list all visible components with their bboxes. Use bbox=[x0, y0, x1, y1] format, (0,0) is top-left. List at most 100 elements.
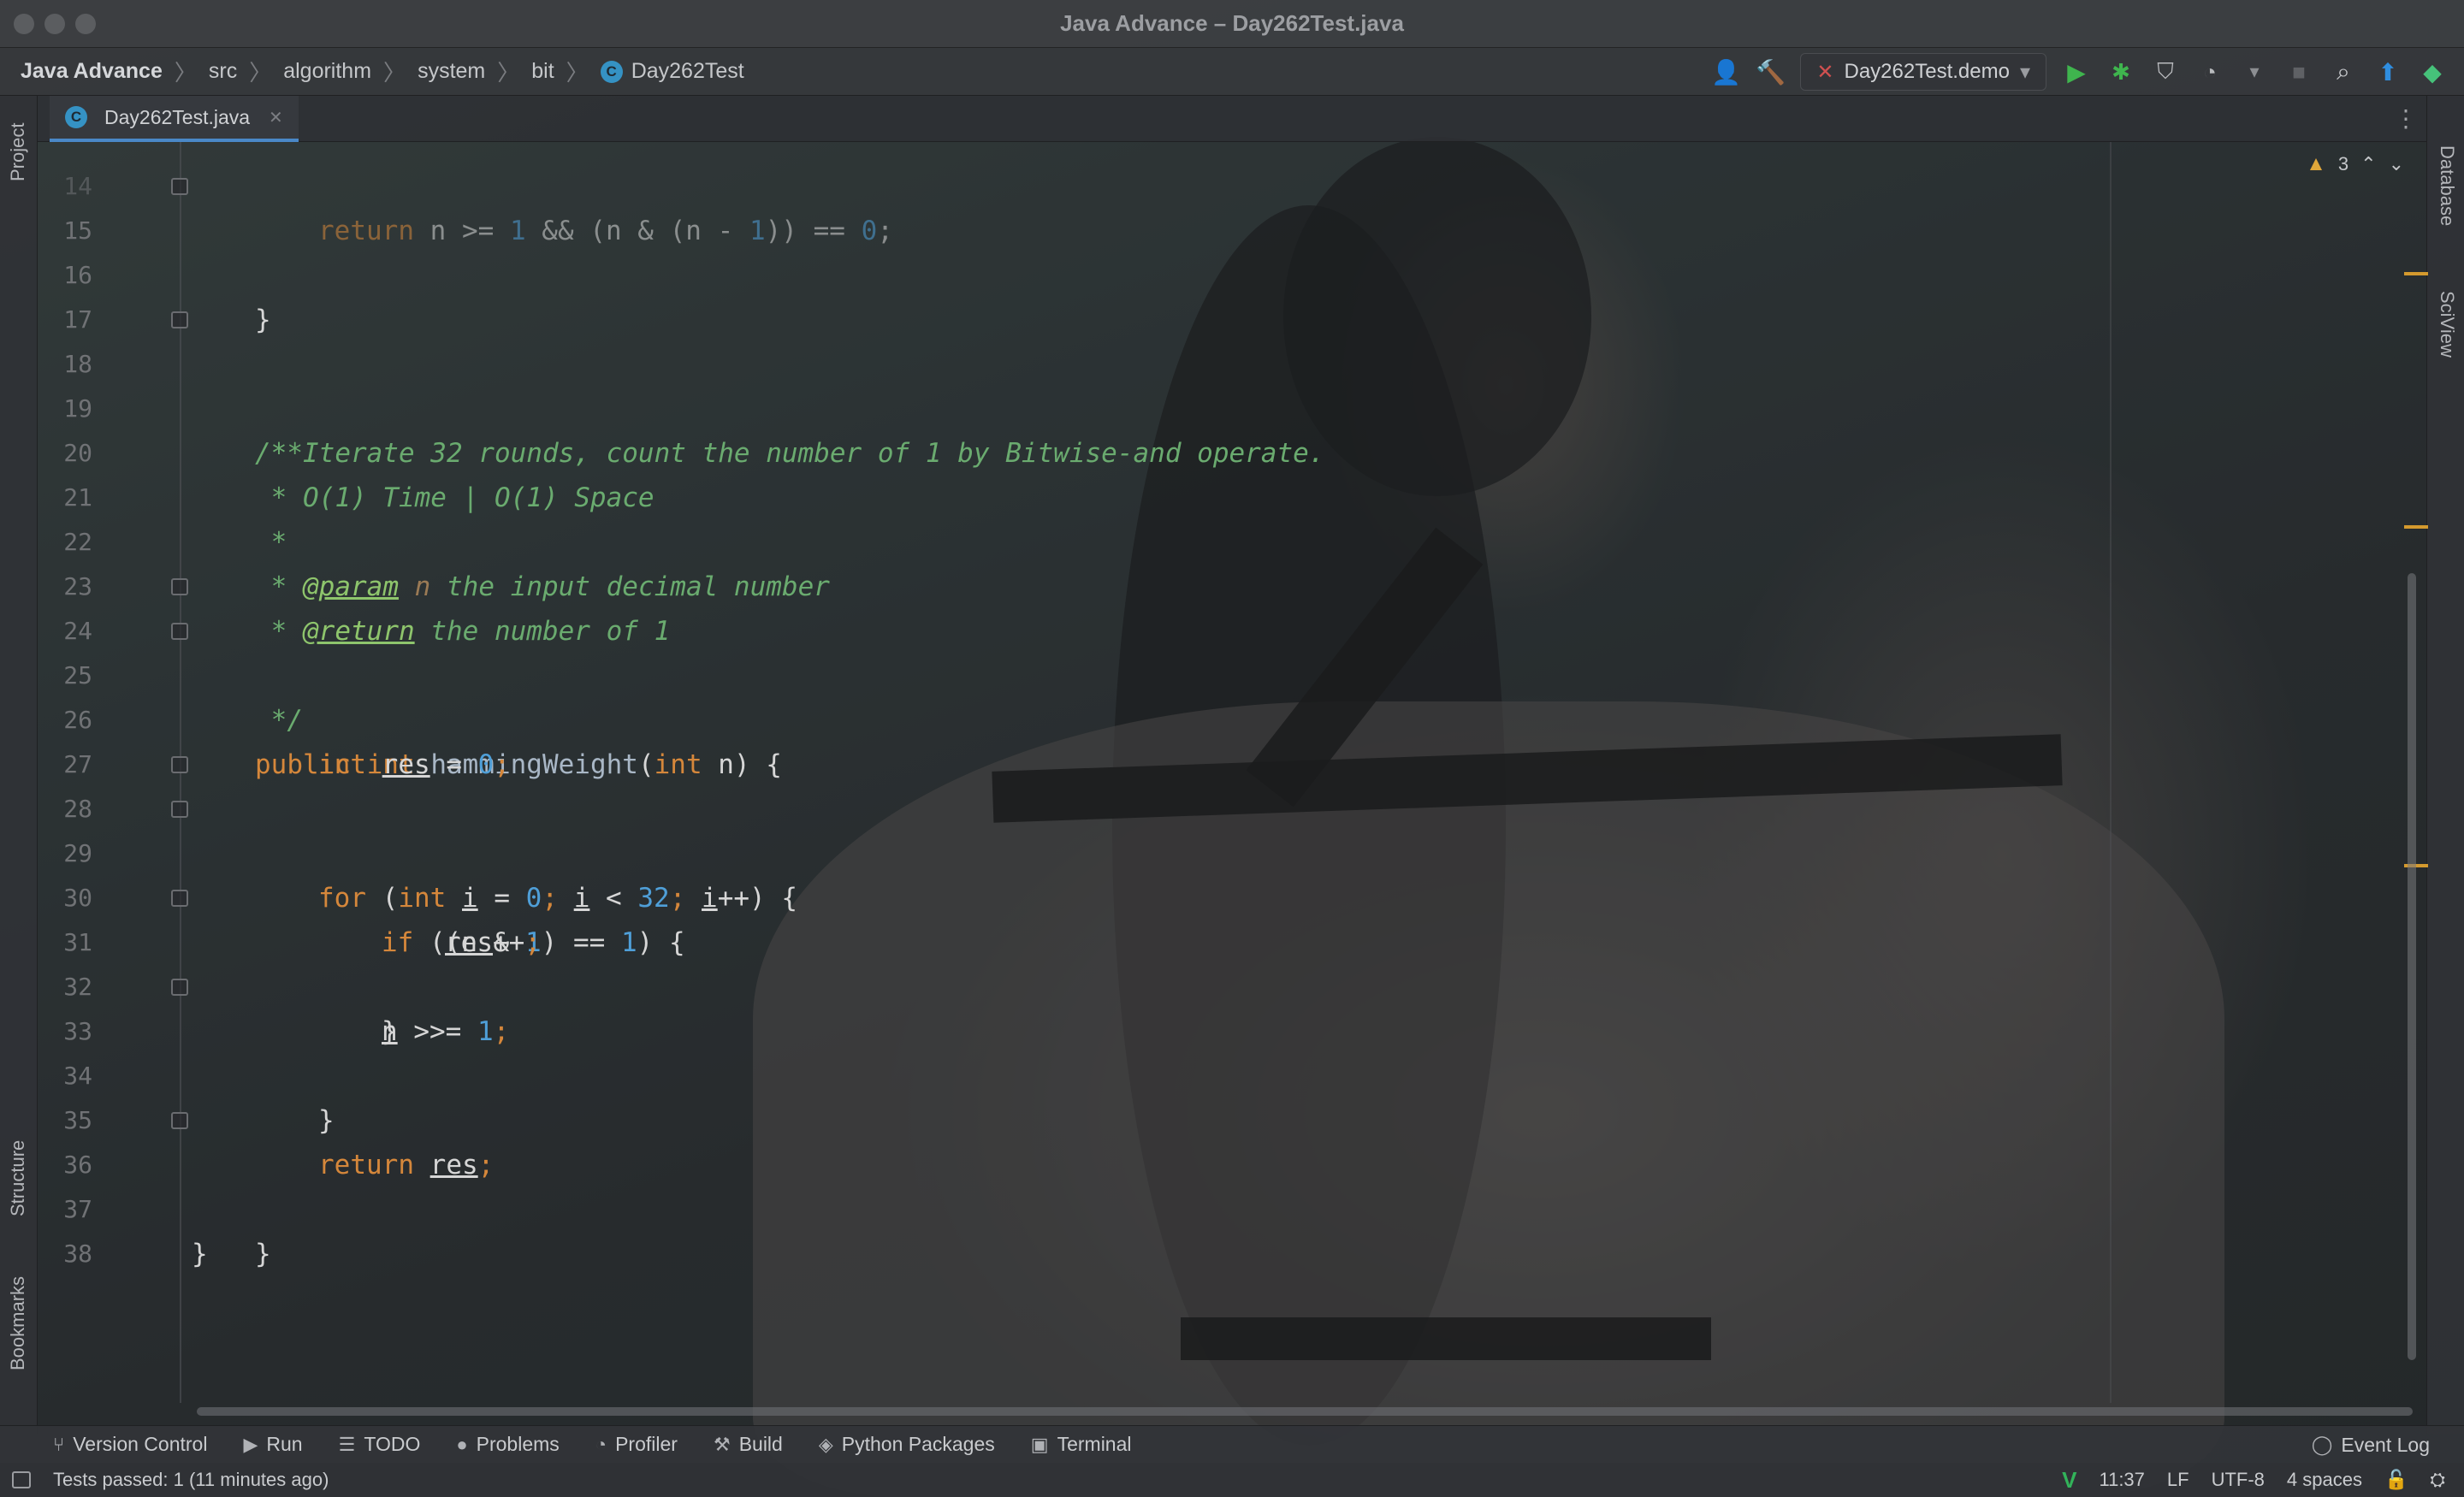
status-message[interactable]: Tests passed: 1 (11 minutes ago) bbox=[53, 1469, 329, 1491]
structure-tool-tab[interactable]: Structure bbox=[7, 1140, 29, 1216]
code-line: 18 /** bbox=[38, 298, 2177, 469]
code-line: 38 bbox=[38, 1187, 2177, 1268]
run-icon: ▶ bbox=[243, 1433, 258, 1455]
status-bar: Tests passed: 1 (11 minutes ago) V 11:37… bbox=[0, 1463, 2464, 1497]
fold-marker-icon[interactable] bbox=[171, 311, 188, 328]
breadcrumb-src[interactable]: src bbox=[209, 59, 237, 84]
more-vertical-icon[interactable]: ⋮ bbox=[2394, 104, 2418, 133]
warning-icon: ▲ bbox=[2306, 152, 2326, 175]
memory-indicator-icon[interactable]: ⛭ bbox=[2430, 1469, 2445, 1491]
inspection-widget[interactable]: ▲ 3 ⌃ ⌄ bbox=[2306, 152, 2404, 176]
horizontal-scrollbar[interactable] bbox=[197, 1407, 2413, 1416]
breadcrumb-bit[interactable]: bit bbox=[531, 59, 554, 84]
tool-window-label: Profiler bbox=[615, 1433, 678, 1455]
profiler-icon: ◔ bbox=[595, 1433, 607, 1455]
fold-marker-icon[interactable] bbox=[171, 756, 188, 773]
todo-tab[interactable]: ☰ TODO bbox=[339, 1433, 421, 1456]
code-line: 36 } bbox=[38, 1098, 2177, 1269]
vcs-user-icon[interactable]: 👤 bbox=[1711, 57, 1741, 86]
zoom-window-button[interactable] bbox=[75, 14, 96, 34]
breadcrumb-project[interactable]: Java Advance bbox=[21, 59, 163, 84]
tool-window-label: Run bbox=[266, 1433, 303, 1455]
title-bar: Java Advance – Day262Test.java bbox=[0, 0, 2464, 48]
update-icon[interactable]: ⬆ bbox=[2373, 57, 2402, 86]
close-window-button[interactable] bbox=[14, 14, 34, 34]
code-line: 31 } bbox=[38, 876, 2177, 1047]
bookmarks-tool-tab[interactable]: Bookmarks bbox=[7, 1276, 29, 1370]
code-line: 21 * bbox=[38, 431, 2177, 558]
warning-count: 3 bbox=[2337, 153, 2349, 175]
code-line: 33 } bbox=[38, 965, 2177, 1136]
file-encoding[interactable]: UTF-8 bbox=[2212, 1469, 2265, 1491]
stop-icon[interactable]: ■ bbox=[2284, 57, 2313, 86]
sciview-tool-tab[interactable]: SciView bbox=[2436, 291, 2458, 358]
fold-marker-icon[interactable] bbox=[171, 1112, 188, 1129]
run-configuration-select[interactable]: ✕ Day262Test.demo ▾ bbox=[1800, 53, 2046, 91]
code-line: 26 int res = 0; bbox=[38, 654, 2177, 780]
jetbrains-toolbox-icon[interactable]: ◆ bbox=[2418, 57, 2447, 86]
code-line: 27 bbox=[38, 698, 2177, 778]
tool-window-label: Python Packages bbox=[841, 1433, 995, 1455]
info-icon: ● bbox=[456, 1433, 468, 1455]
editor-tab[interactable]: C Day262Test.java ✕ bbox=[50, 96, 299, 142]
more-run-options-icon[interactable]: ▾ bbox=[2240, 57, 2269, 86]
project-tool-tab[interactable]: Project bbox=[7, 123, 29, 181]
chevron-down-icon: ▾ bbox=[2019, 60, 2030, 84]
speech-bubble-icon: ◯ bbox=[2311, 1434, 2333, 1455]
tool-window-label: TODO bbox=[364, 1433, 421, 1455]
indent-setting[interactable]: 4 spaces bbox=[2287, 1469, 2362, 1491]
minimize-window-button[interactable] bbox=[44, 14, 65, 34]
version-control-tab[interactable]: ⑂ Version Control bbox=[53, 1433, 207, 1456]
build-hammer-icon[interactable]: 🔨 bbox=[1756, 57, 1786, 86]
caret-position[interactable]: 11:37 bbox=[2099, 1469, 2144, 1491]
vertical-scrollbar[interactable] bbox=[2408, 573, 2416, 1360]
run-icon[interactable]: ▶ bbox=[2062, 57, 2091, 86]
build-tab[interactable]: ⚒ Build bbox=[714, 1433, 783, 1456]
profiler-icon[interactable]: ◔ bbox=[2195, 57, 2224, 86]
profiler-tab[interactable]: ◔ Profiler bbox=[595, 1433, 678, 1456]
search-icon[interactable]: ⌕ bbox=[2329, 57, 2358, 86]
lock-icon[interactable]: 🔓 bbox=[2384, 1469, 2408, 1491]
run-with-coverage-icon[interactable]: ⛉ bbox=[2151, 57, 2180, 86]
java-class-icon: C bbox=[65, 106, 87, 128]
chevron-up-icon[interactable]: ⌃ bbox=[2360, 153, 2376, 175]
event-log-tab[interactable]: ◯ Event Log bbox=[2312, 1426, 2430, 1464]
tool-window-label: Terminal bbox=[1057, 1433, 1132, 1455]
code-line: 30 res++; bbox=[38, 831, 2177, 958]
close-icon[interactable]: ✕ bbox=[269, 107, 283, 128]
layers-icon: ◈ bbox=[818, 1433, 833, 1455]
breadcrumb-separator-icon: 〉 bbox=[383, 60, 406, 86]
debug-bug-icon[interactable]: ✱ bbox=[2106, 57, 2135, 86]
breadcrumb-system[interactable]: system bbox=[418, 59, 485, 84]
code-line: 23 * @return the number of 1 bbox=[38, 520, 2177, 647]
problems-tab[interactable]: ● Problems bbox=[456, 1433, 559, 1456]
code-line: 25 public int hammingWeight(int n) { bbox=[38, 609, 2177, 780]
fold-marker-icon[interactable] bbox=[171, 979, 188, 996]
terminal-tab[interactable]: ▣ Terminal bbox=[1031, 1433, 1132, 1456]
chevron-down-icon[interactable]: ⌄ bbox=[2389, 153, 2404, 175]
database-tool-tab[interactable]: Database bbox=[2436, 145, 2458, 226]
breadcrumb-class[interactable]: C Day262Test bbox=[600, 59, 744, 84]
warning-stripe-mark[interactable] bbox=[2404, 525, 2428, 529]
breadcrumb-algorithm[interactable]: algorithm bbox=[283, 59, 371, 84]
code-line: 32 n >>= 1; bbox=[38, 920, 2177, 1047]
toggle-tool-windows-icon[interactable] bbox=[12, 1471, 31, 1488]
tool-window-label: Build bbox=[738, 1433, 783, 1455]
run-tab[interactable]: ▶ Run bbox=[243, 1433, 302, 1456]
fold-marker-icon[interactable] bbox=[171, 623, 188, 640]
code-line: 17 bbox=[38, 253, 2177, 334]
python-packages-tab[interactable]: ◈ Python Packages bbox=[819, 1433, 995, 1456]
code-editor[interactable]: 14 return n >= 1 && (n & (n - 1)) == 0; … bbox=[38, 142, 2426, 1403]
tool-window-label: Version Control bbox=[73, 1433, 208, 1455]
vim-icon[interactable]: V bbox=[2062, 1467, 2076, 1494]
main-toolbar: 👤 🔨 ✕ Day262Test.demo ▾ ▶ ✱ ⛉ ◔ ▾ ■ ⌕ ⬆ … bbox=[1711, 48, 2447, 96]
fold-marker-icon[interactable] bbox=[171, 801, 188, 818]
fold-marker-icon[interactable] bbox=[171, 178, 188, 195]
breadcrumb-separator-icon: 〉 bbox=[566, 60, 589, 86]
line-separator[interactable]: LF bbox=[2167, 1469, 2189, 1491]
fold-marker-icon[interactable] bbox=[171, 578, 188, 595]
code-line: 22 * @param n the input decimal number bbox=[38, 476, 2177, 602]
run-config-label: Day262Test.demo bbox=[1844, 60, 2010, 83]
warning-stripe-mark[interactable] bbox=[2404, 272, 2428, 275]
fold-marker-icon[interactable] bbox=[171, 890, 188, 907]
